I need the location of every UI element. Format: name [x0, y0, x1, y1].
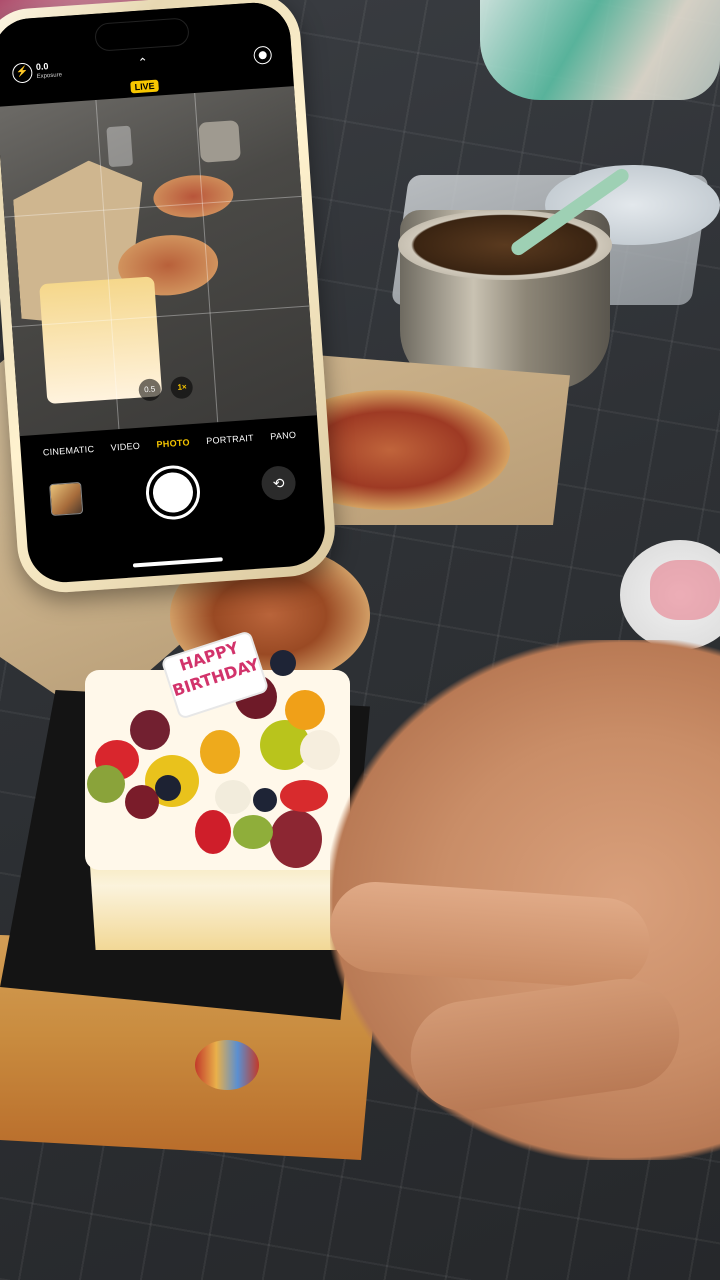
fruit-grape — [270, 810, 322, 868]
zoom-selector: 0.5 1× — [135, 375, 197, 402]
zoom-0-5-button[interactable]: 0.5 — [138, 378, 162, 402]
mode-photo[interactable]: PHOTO — [156, 437, 190, 449]
fruit-grape — [130, 710, 170, 750]
vf-pot — [198, 120, 241, 163]
shutter-row: ⟲ — [22, 447, 324, 538]
fruit-grape — [125, 785, 159, 819]
vf-cup — [106, 125, 134, 168]
fruit-kiwi — [87, 765, 125, 803]
pot-rim — [398, 210, 612, 280]
zoom-1x-button[interactable]: 1× — [170, 375, 194, 400]
mode-video[interactable]: VIDEO — [110, 441, 140, 453]
fruit-kiwi — [233, 815, 273, 849]
live-badge: LIVE — [130, 79, 159, 94]
mode-pano[interactable]: PANO — [270, 430, 297, 442]
exposure-indicator[interactable]: 0.0 Exposure — [36, 60, 63, 82]
smartphone: ⚡ 0.0 Exposure ⌃ LIVE 0.5 1× CINEMATIC V… — [0, 0, 339, 596]
fruit-blueberry — [253, 788, 277, 812]
photo-scene: HAPPY BIRTHDAY ⚡ 0.0 Exposure ⌃ LIVE 0.5… — [0, 0, 720, 1280]
mode-portrait[interactable]: PORTRAIT — [206, 433, 254, 446]
fruit-strawberry — [195, 810, 231, 854]
vf-pizza-1 — [152, 172, 235, 221]
fruit-lychee — [215, 780, 251, 814]
mode-cinematic[interactable]: CINEMATIC — [43, 444, 95, 458]
fruit-mango — [285, 690, 325, 730]
exposure-subtitle: Exposure — [36, 72, 63, 81]
balloon-print — [195, 1040, 259, 1090]
chevron-up-icon[interactable]: ⌃ — [135, 55, 152, 70]
fruit-mango — [200, 730, 240, 774]
fruit-strawberry — [280, 780, 328, 812]
fruit-blueberry — [155, 775, 181, 801]
gallery-thumbnail[interactable] — [49, 481, 84, 517]
shutter-button[interactable] — [144, 463, 202, 522]
fruit-blueberry — [270, 650, 296, 676]
camera-viewfinder[interactable]: 0.5 1× — [0, 86, 317, 437]
plastic-bag — [480, 0, 720, 100]
phone-screen: ⚡ 0.0 Exposure ⌃ LIVE 0.5 1× CINEMATIC V… — [0, 0, 328, 585]
flip-camera-icon[interactable]: ⟲ — [260, 464, 297, 502]
home-indicator[interactable] — [132, 557, 223, 568]
plate-stain — [650, 560, 720, 620]
